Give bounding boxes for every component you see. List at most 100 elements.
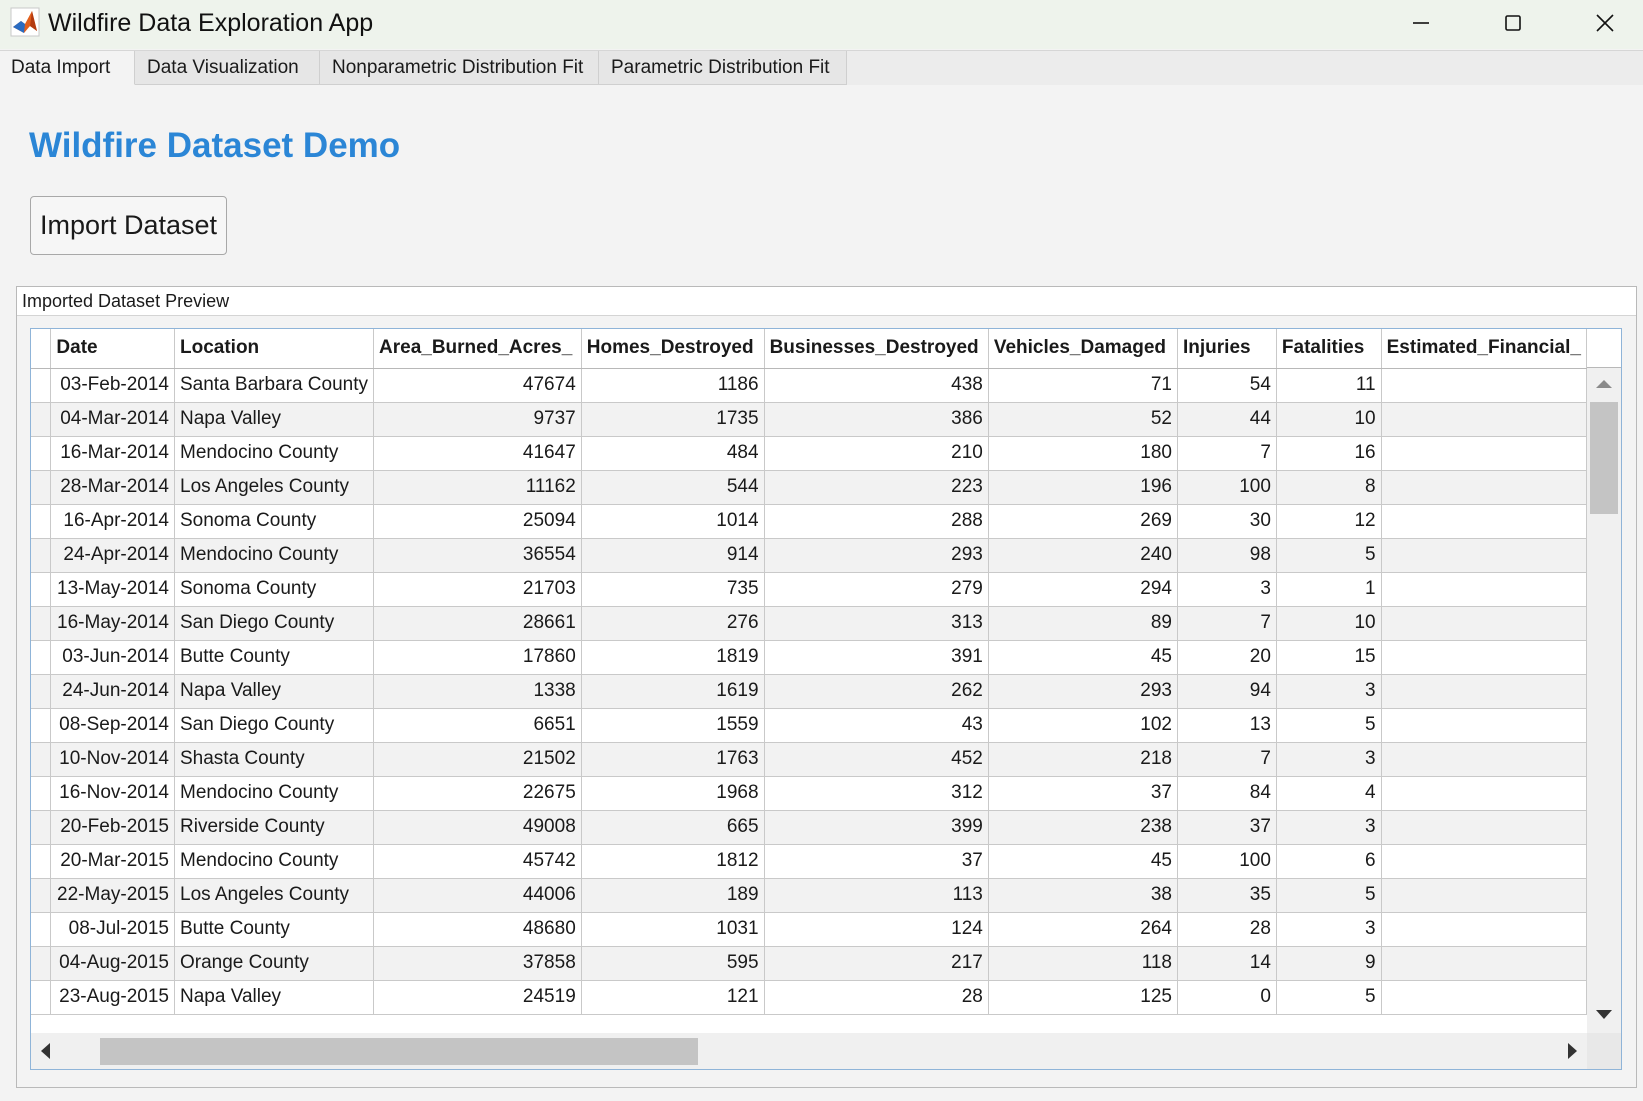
cell-fatalities[interactable]: 11	[1276, 368, 1382, 403]
column-header-injuries[interactable]: Injuries	[1177, 329, 1277, 369]
cell-injuries[interactable]: 94	[1177, 674, 1277, 709]
cell-date[interactable]: 22-May-2015	[50, 878, 175, 913]
scroll-down-icon[interactable]	[1596, 1010, 1612, 1019]
cell-area-burned[interactable]: 11162	[373, 470, 582, 505]
column-header-date[interactable]: Date	[50, 329, 175, 369]
cell-fatalities[interactable]: 10	[1276, 402, 1382, 437]
cell-vehicles-damaged[interactable]: 89	[988, 606, 1179, 641]
cell-homes-destroyed[interactable]: 595	[581, 946, 765, 981]
cell-injuries[interactable]: 0	[1177, 980, 1277, 1015]
cell-location[interactable]: Shasta County	[174, 742, 375, 777]
cell-businesses-destroyed[interactable]: 217	[764, 946, 989, 981]
cell-businesses-destroyed[interactable]: 279	[764, 572, 989, 607]
cell-estimated-financial[interactable]	[1381, 946, 1587, 981]
cell-homes-destroyed[interactable]: 1812	[581, 844, 765, 879]
cell-estimated-financial[interactable]	[1381, 504, 1587, 539]
cell-vehicles-damaged[interactable]: 196	[988, 470, 1179, 505]
cell-fatalities[interactable]: 12	[1276, 504, 1382, 539]
cell-homes-destroyed[interactable]: 189	[581, 878, 765, 913]
cell-injuries[interactable]: 7	[1177, 606, 1277, 641]
cell-homes-destroyed[interactable]: 276	[581, 606, 765, 641]
cell-homes-destroyed[interactable]: 1559	[581, 708, 765, 743]
table-row[interactable]: 16-Apr-2014 Sonoma County 25094 1014 288 269 3…	[31, 504, 1587, 539]
column-header-fatalities[interactable]: Fatalities	[1276, 329, 1382, 369]
cell-vehicles-damaged[interactable]: 269	[988, 504, 1179, 539]
table-row[interactable]: 28-Mar-2014 Los Angeles County 11162 544 223…	[31, 470, 1587, 505]
cell-vehicles-damaged[interactable]: 294	[988, 572, 1179, 607]
cell-businesses-destroyed[interactable]: 391	[764, 640, 989, 675]
tab-parametric-distribution-fit[interactable]: Parametric Distribution Fit	[599, 51, 847, 85]
cell-location[interactable]: Orange County	[174, 946, 375, 981]
cell-vehicles-damaged[interactable]: 264	[988, 912, 1179, 947]
cell-location[interactable]: Mendocino County	[174, 538, 375, 573]
cell-homes-destroyed[interactable]: 544	[581, 470, 765, 505]
cell-businesses-destroyed[interactable]: 386	[764, 402, 989, 437]
table-row[interactable]: 16-Nov-2014 Mendocino County 22675 1968 312 3…	[31, 776, 1587, 811]
cell-date[interactable]: 28-Mar-2014	[50, 470, 175, 505]
cell-location[interactable]: Mendocino County	[174, 436, 375, 471]
cell-area-burned[interactable]: 21703	[373, 572, 582, 607]
cell-homes-destroyed[interactable]: 1031	[581, 912, 765, 947]
cell-location[interactable]: Butte County	[174, 640, 375, 675]
cell-businesses-destroyed[interactable]: 262	[764, 674, 989, 709]
cell-businesses-destroyed[interactable]: 28	[764, 980, 989, 1015]
cell-location[interactable]: Napa Valley	[174, 402, 375, 437]
table-row[interactable]: 24-Apr-2014 Mendocino County 36554 914 293 24…	[31, 538, 1587, 573]
cell-vehicles-damaged[interactable]: 238	[988, 810, 1179, 845]
cell-location[interactable]: Riverside County	[174, 810, 375, 845]
table-row[interactable]: 16-May-2014 San Diego County 28661 276 313 89…	[31, 606, 1587, 641]
cell-injuries[interactable]: 84	[1177, 776, 1277, 811]
cell-area-burned[interactable]: 47674	[373, 368, 582, 403]
cell-location[interactable]: Santa Barbara County	[174, 368, 375, 403]
maximize-button[interactable]	[1467, 0, 1559, 45]
cell-estimated-financial[interactable]	[1381, 742, 1587, 777]
table-row[interactable]: 16-Mar-2014 Mendocino County 41647 484 210 18…	[31, 436, 1587, 471]
cell-estimated-financial[interactable]	[1381, 844, 1587, 879]
cell-area-burned[interactable]: 9737	[373, 402, 582, 437]
cell-businesses-destroyed[interactable]: 312	[764, 776, 989, 811]
cell-location[interactable]: Mendocino County	[174, 844, 375, 879]
cell-vehicles-damaged[interactable]: 180	[988, 436, 1179, 471]
cell-businesses-destroyed[interactable]: 452	[764, 742, 989, 777]
cell-date[interactable]: 16-Apr-2014	[50, 504, 175, 539]
cell-estimated-financial[interactable]	[1381, 776, 1587, 811]
table-row[interactable]: 22-May-2015 Los Angeles County 44006 189 113…	[31, 878, 1587, 913]
cell-fatalities[interactable]: 15	[1276, 640, 1382, 675]
cell-location[interactable]: Los Angeles County	[174, 878, 375, 913]
scroll-up-icon[interactable]	[1596, 380, 1612, 388]
cell-fatalities[interactable]: 3	[1276, 912, 1382, 947]
cell-date[interactable]: 03-Jun-2014	[50, 640, 175, 675]
tab-data-import[interactable]: Data Import	[0, 51, 135, 85]
cell-date[interactable]: 04-Aug-2015	[50, 946, 175, 981]
cell-estimated-financial[interactable]	[1381, 980, 1587, 1015]
cell-homes-destroyed[interactable]: 1819	[581, 640, 765, 675]
vertical-scrollbar[interactable]	[1587, 368, 1621, 1033]
cell-location[interactable]: San Diego County	[174, 708, 375, 743]
cell-location[interactable]: Sonoma County	[174, 572, 375, 607]
cell-estimated-financial[interactable]	[1381, 708, 1587, 743]
cell-homes-destroyed[interactable]: 484	[581, 436, 765, 471]
cell-fatalities[interactable]: 6	[1276, 844, 1382, 879]
cell-location[interactable]: Sonoma County	[174, 504, 375, 539]
cell-date[interactable]: 03-Feb-2014	[50, 368, 175, 403]
cell-date[interactable]: 16-Nov-2014	[50, 776, 175, 811]
cell-estimated-financial[interactable]	[1381, 912, 1587, 947]
cell-vehicles-damaged[interactable]: 125	[988, 980, 1179, 1015]
cell-area-burned[interactable]: 48680	[373, 912, 582, 947]
tab-data-visualization[interactable]: Data Visualization	[135, 51, 320, 85]
cell-businesses-destroyed[interactable]: 399	[764, 810, 989, 845]
cell-fatalities[interactable]: 16	[1276, 436, 1382, 471]
cell-businesses-destroyed[interactable]: 438	[764, 368, 989, 403]
cell-injuries[interactable]: 28	[1177, 912, 1277, 947]
cell-vehicles-damaged[interactable]: 118	[988, 946, 1179, 981]
cell-homes-destroyed[interactable]: 914	[581, 538, 765, 573]
cell-area-burned[interactable]: 36554	[373, 538, 582, 573]
cell-injuries[interactable]: 20	[1177, 640, 1277, 675]
table-row[interactable]: 23-Aug-2015 Napa Valley 24519 121 28 125 0 5	[31, 980, 1587, 1015]
cell-injuries[interactable]: 37	[1177, 810, 1277, 845]
cell-date[interactable]: 20-Feb-2015	[50, 810, 175, 845]
cell-vehicles-damaged[interactable]: 45	[988, 640, 1179, 675]
import-dataset-button[interactable]: Import Dataset	[30, 196, 227, 255]
cell-location[interactable]: Napa Valley	[174, 674, 375, 709]
cell-date[interactable]: 16-Mar-2014	[50, 436, 175, 471]
